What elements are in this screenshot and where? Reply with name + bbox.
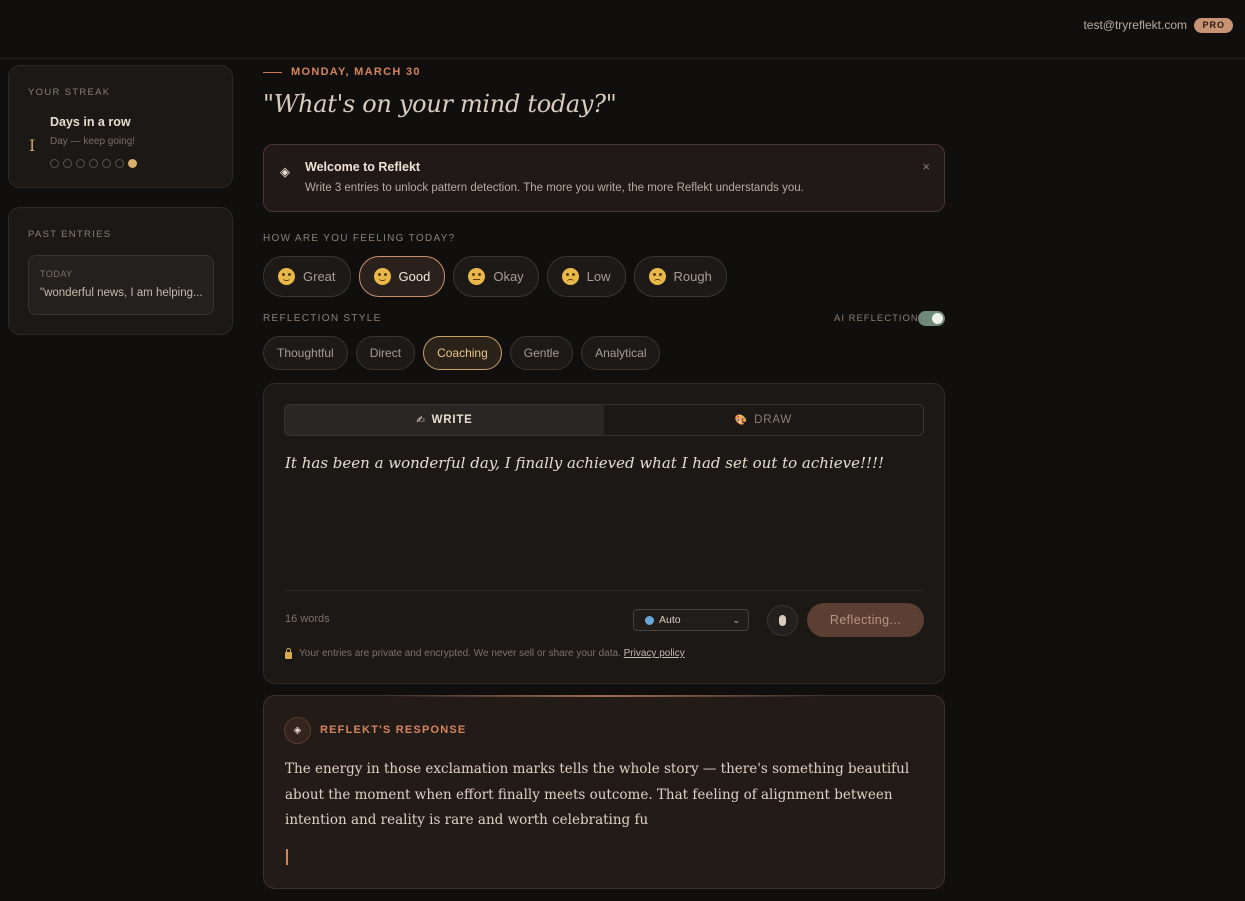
streak-day-dot [89, 159, 98, 168]
chevron-down-icon: ⌄ [732, 614, 740, 625]
streak-day-dot [102, 159, 111, 168]
date-accent-line [263, 72, 282, 73]
globe-icon [645, 615, 654, 625]
streak-label: YOUR STREAK [28, 87, 111, 98]
streak-day-dot [76, 159, 85, 168]
happy-face-icon [278, 268, 295, 285]
mood-option-great[interactable]: Great [263, 256, 351, 297]
style-option-coaching[interactable]: Coaching [423, 336, 502, 370]
mood-option-good[interactable]: Good [358, 256, 446, 297]
mood-option-label: Okay [493, 269, 524, 284]
past-entry-item[interactable]: TODAY "wonderful news, I am helping... [28, 255, 214, 315]
mood-option-label: Rough [673, 269, 712, 284]
mood-option-rough[interactable]: Rough [633, 256, 727, 297]
tab-write[interactable]: ✍ WRITE [285, 405, 604, 435]
tab-draw-label: DRAW [754, 414, 793, 426]
streak-day-dot [115, 159, 124, 168]
close-icon[interactable]: × [922, 159, 930, 174]
tab-write-label: WRITE [431, 414, 473, 426]
reflekt-logo-icon: ◈ [284, 717, 311, 744]
journal-editor: ✍ WRITE 🎨 DRAW It has been a wonderful d… [263, 383, 945, 684]
past-entries-card: PAST ENTRIES TODAY "wonderful news, I am… [8, 207, 233, 335]
ai-reflections-label: AI REFLECTIONS [834, 313, 927, 324]
past-entry-date: TODAY [40, 269, 73, 279]
editor-divider [284, 590, 924, 591]
entry-date: MONDAY, MARCH 30 [291, 66, 421, 78]
smile-face-icon [373, 268, 391, 285]
reflection-style-selector: Thoughtful Direct Coaching Gentle Analytical [263, 336, 661, 370]
mood-option-okay[interactable]: Okay [453, 256, 539, 297]
welcome-banner: ◈ Welcome to Reflekt Write 3 entries to … [263, 144, 945, 212]
privacy-policy-link[interactable]: Privacy policy [624, 648, 685, 659]
response-body: The energy in those exclamation marks te… [285, 761, 910, 828]
style-option-direct[interactable]: Direct [355, 336, 416, 370]
streak-day-dot [50, 159, 59, 168]
response-title: REFLEKT'S RESPONSE [320, 724, 467, 736]
style-option-analytical[interactable]: Analytical [581, 336, 661, 370]
editor-mode-tabs: ✍ WRITE 🎨 DRAW [284, 404, 924, 436]
past-entries-label: PAST ENTRIES [28, 229, 112, 240]
lock-icon [285, 647, 292, 659]
language-value: Auto [659, 614, 681, 626]
mood-option-label: Low [586, 269, 611, 284]
language-select[interactable]: Auto ⌄ [633, 609, 749, 631]
streak-subtitle: Day — keep going! [50, 136, 136, 147]
privacy-notice: Your entries are private and encrypted. … [285, 647, 685, 659]
mood-option-label: Good [398, 269, 431, 284]
mood-selector: Great Good Okay Low Rough [263, 256, 727, 297]
ai-reflections-toggle[interactable] [918, 311, 945, 326]
streak-title: Days in a row [50, 115, 131, 129]
tab-draw[interactable]: 🎨 DRAW [604, 405, 923, 435]
diamond-icon: ◈ [280, 164, 290, 179]
mood-label: HOW ARE YOU FEELING TODAY? [263, 233, 456, 244]
streak-dots [50, 159, 137, 168]
sad-face-icon [561, 268, 579, 285]
welcome-body: Write 3 entries to unlock pattern detect… [305, 182, 804, 194]
neutral-face-icon [468, 268, 486, 285]
entry-textarea[interactable]: It has been a wonderful day, I finally a… [285, 454, 884, 472]
mood-option-label: Great [303, 269, 336, 284]
voice-input-button[interactable] [767, 605, 798, 636]
typing-caret [286, 849, 288, 865]
microphone-icon [779, 615, 786, 626]
welcome-title: Welcome to Reflekt [305, 160, 421, 174]
word-count: 16 words [285, 613, 330, 625]
pro-badge: PRO [1194, 18, 1233, 33]
reflect-button[interactable]: Reflecting... [807, 603, 924, 637]
privacy-text: Your entries are private and encrypted. … [299, 648, 621, 659]
page-prompt: "What's on your mind today?" [263, 90, 617, 118]
mood-option-low[interactable]: Low [546, 256, 626, 297]
reflekt-response: ◈ REFLEKT'S RESPONSE The energy in those… [263, 695, 945, 889]
streak-card: YOUR STREAK I Days in a row Day — keep g… [8, 65, 233, 188]
user-email[interactable]: test@tryreflekt.com [1083, 18, 1187, 32]
streak-icon: I [29, 136, 36, 155]
palette-icon: 🎨 [734, 414, 749, 426]
pencil-hand-icon: ✍ [416, 414, 426, 426]
streak-day-dot [63, 159, 72, 168]
toggle-knob [932, 313, 943, 324]
style-option-gentle[interactable]: Gentle [509, 336, 574, 370]
streak-day-dot [128, 159, 137, 168]
sad-face-icon [648, 268, 666, 285]
top-bar: test@tryreflekt.com PRO [0, 0, 1245, 59]
response-glow [384, 695, 824, 697]
past-entry-preview: "wonderful news, I am helping... [40, 287, 203, 299]
style-option-thoughtful[interactable]: Thoughtful [263, 336, 348, 370]
reflection-style-label: REFLECTION STYLE [263, 313, 382, 324]
